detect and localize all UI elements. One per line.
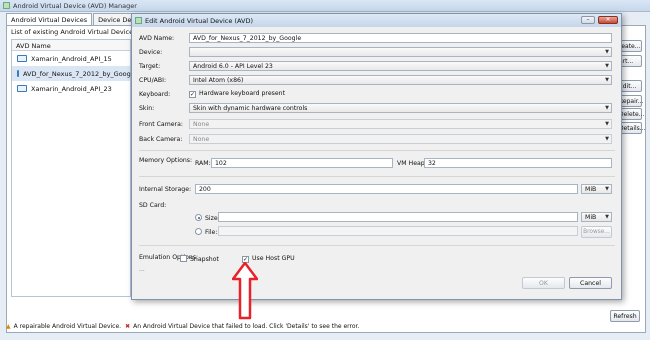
dialog-minimize-button[interactable]: – (581, 16, 595, 24)
list-item[interactable]: Xamarin_Android_API_23 (12, 81, 130, 96)
ellipsis-text: ... (139, 266, 145, 273)
cancel-button[interactable]: Cancel (569, 277, 612, 289)
host-gpu-label: Use Host GPU (252, 255, 295, 262)
internal-storage-label: Internal Storage: (139, 186, 192, 193)
error-legend-text: An Android Virtual Device that failed to… (133, 322, 360, 330)
avd-name: Xamarin_Android_API_23 (31, 84, 112, 93)
ram-label: RAM: (195, 160, 211, 167)
avd-name: AVD_for_Nexus_7_2012_by_Google (23, 69, 137, 78)
internal-storage-unit-dropdown[interactable]: MiB ▼ (581, 184, 612, 194)
dialog-close-button[interactable]: ✕ (598, 16, 618, 24)
keyboard-label: Keyboard: (139, 91, 171, 98)
annotation-arrow-shape (232, 262, 258, 320)
target-label: Target: (139, 63, 161, 70)
sd-file-option[interactable]: File: (195, 228, 217, 236)
target-dropdown[interactable]: Android 6.0 - API Level 23 ▼ (189, 61, 612, 71)
android-app-icon (135, 17, 142, 24)
status-bar: ▲ A repairable Android Virtual Device. ✖… (6, 320, 359, 332)
vm-heap-field[interactable]: 32 (424, 158, 612, 168)
avd-list[interactable]: AVD Name Xamarin_Android_API_15 AVD_for_… (11, 39, 137, 297)
divider (139, 245, 615, 246)
sd-file-radio[interactable] (195, 228, 202, 235)
chevron-down-icon: ▼ (605, 186, 609, 192)
cpu-abi-value: Intel Atom (x86) (193, 77, 244, 84)
sd-size-unit-dropdown[interactable]: MiB ▼ (581, 212, 612, 222)
chevron-down-icon: ▼ (605, 136, 609, 142)
ok-button[interactable]: OK (522, 277, 565, 289)
sd-file-label: File: (205, 229, 218, 236)
avd-screen-icon (17, 55, 27, 62)
internal-storage-field[interactable]: 200 (195, 184, 578, 194)
avd-name-label: AVD Name: (139, 35, 175, 42)
vm-heap-label: VM Heap: (397, 160, 427, 167)
sd-size-unit-value: MiB (585, 214, 597, 221)
main-window-title: Android Virtual Device (AVD) Manager (13, 1, 137, 10)
chevron-down-icon: ▼ (605, 49, 609, 55)
main-title-bar: Android Virtual Device (AVD) Manager (0, 0, 650, 12)
chevron-down-icon: ▼ (605, 214, 609, 220)
warning-legend-text: A repairable Android Virtual Device. (13, 322, 122, 330)
chevron-down-icon: ▼ (605, 121, 609, 127)
front-camera-dropdown[interactable]: None ▼ (189, 119, 612, 129)
divider (139, 176, 615, 177)
snapshot-label: Snapshot (190, 256, 219, 263)
cpu-abi-label: CPU/ABI: (139, 77, 167, 84)
front-camera-label: Front Camera: (139, 121, 183, 128)
avd-name-column-header[interactable]: AVD Name (12, 40, 130, 51)
list-item[interactable]: Xamarin_Android_API_15 (12, 51, 130, 66)
chevron-down-icon: ▼ (605, 77, 609, 83)
skin-value: Skin with dynamic hardware controls (193, 105, 308, 112)
target-value: Android 6.0 - API Level 23 (193, 63, 273, 70)
back-camera-dropdown[interactable]: None ▼ (189, 134, 612, 144)
error-icon: ✖ (125, 322, 131, 330)
keyboard-checkbox[interactable]: ✓ (189, 91, 196, 98)
sd-size-radio[interactable] (195, 214, 202, 221)
avd-screen-icon (17, 85, 27, 92)
refresh-button[interactable]: Refresh (610, 310, 640, 322)
edit-avd-dialog: Edit Android Virtual Device (AVD) – ✕ AV… (131, 13, 622, 300)
back-camera-label: Back Camera: (139, 136, 183, 143)
sd-size-option[interactable]: Size: (195, 214, 220, 222)
chevron-down-icon: ▼ (605, 105, 609, 111)
device-dropdown[interactable]: ▼ (189, 47, 612, 57)
front-camera-value: None (193, 121, 210, 128)
android-app-icon (3, 2, 10, 9)
annotation-arrow-icon (232, 262, 258, 320)
sd-file-field[interactable] (218, 226, 578, 236)
snapshot-option[interactable]: Snapshot (180, 255, 219, 263)
avd-name: Xamarin_Android_API_15 (31, 54, 112, 63)
list-item[interactable]: AVD_for_Nexus_7_2012_by_Google (12, 66, 137, 81)
sd-card-label: SD Card: (139, 202, 167, 209)
keyboard-checkbox-label: Hardware keyboard present (199, 90, 286, 97)
back-camera-value: None (193, 136, 210, 143)
cpu-abi-dropdown[interactable]: Intel Atom (x86) ▼ (189, 75, 612, 85)
divider (139, 150, 615, 151)
avd-screen-icon (17, 70, 19, 77)
memory-options-label: Memory Options: (139, 157, 193, 164)
snapshot-checkbox[interactable] (180, 255, 187, 262)
ram-field[interactable]: 102 (211, 158, 393, 168)
avd-name-field[interactable]: AVD_for_Nexus_7_2012_by_Google (189, 33, 612, 43)
chevron-down-icon: ▼ (605, 63, 609, 69)
browse-button[interactable]: Browse... (581, 226, 612, 238)
dialog-title-bar: Edit Android Virtual Device (AVD) – ✕ (132, 14, 621, 27)
keyboard-checkbox-row[interactable]: ✓ Hardware keyboard present (189, 90, 285, 98)
skin-dropdown[interactable]: Skin with dynamic hardware controls ▼ (189, 103, 612, 113)
skin-label: Skin: (139, 105, 155, 112)
warning-icon: ▲ (6, 322, 11, 330)
dialog-title: Edit Android Virtual Device (AVD) (145, 16, 254, 25)
storage-unit-value: MiB (585, 186, 597, 193)
sd-size-field[interactable] (218, 212, 578, 222)
device-label: Device: (139, 49, 163, 56)
